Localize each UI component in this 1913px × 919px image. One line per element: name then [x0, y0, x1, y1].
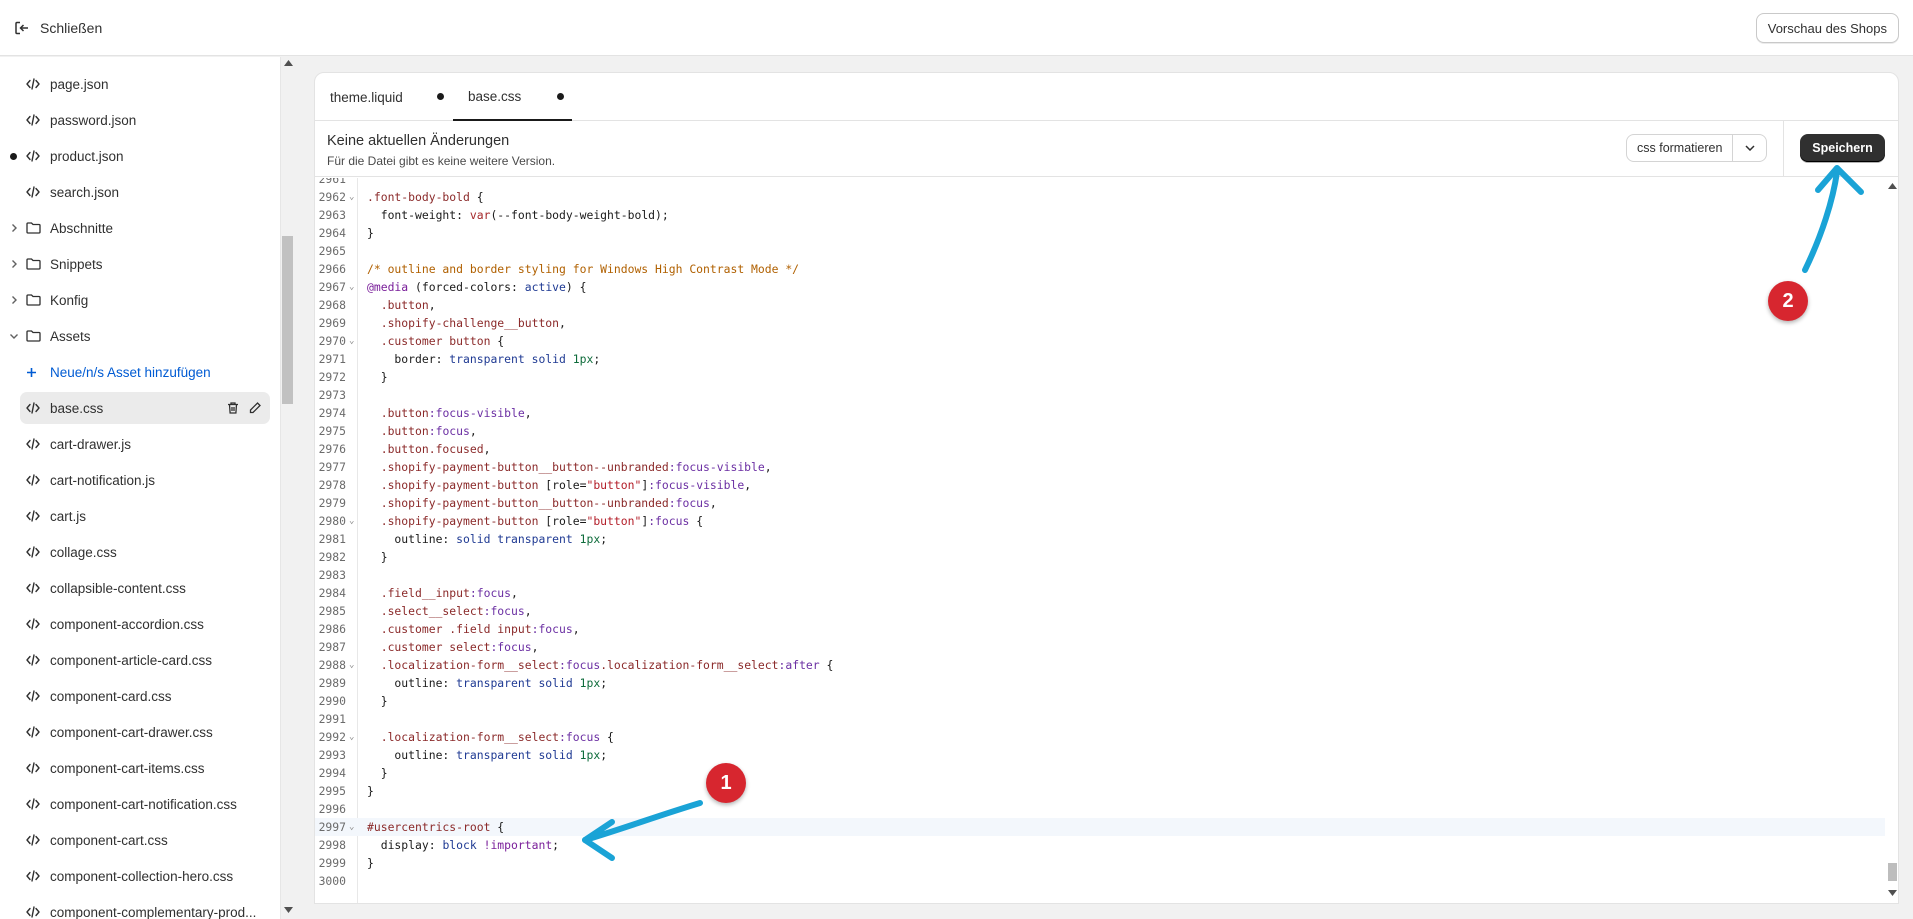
annotation-arrows — [582, 165, 1864, 861]
arrow-to-code-line — [582, 800, 703, 843]
annotation-marker-2: 2 — [1768, 281, 1808, 321]
arrow-to-save-button-head — [1815, 165, 1864, 195]
theme-code-editor: { "header": {"close_label": "Schließen",… — [0, 0, 1913, 919]
annotation-marker-1: 1 — [706, 763, 746, 803]
arrow-to-code-line-head — [582, 819, 615, 861]
